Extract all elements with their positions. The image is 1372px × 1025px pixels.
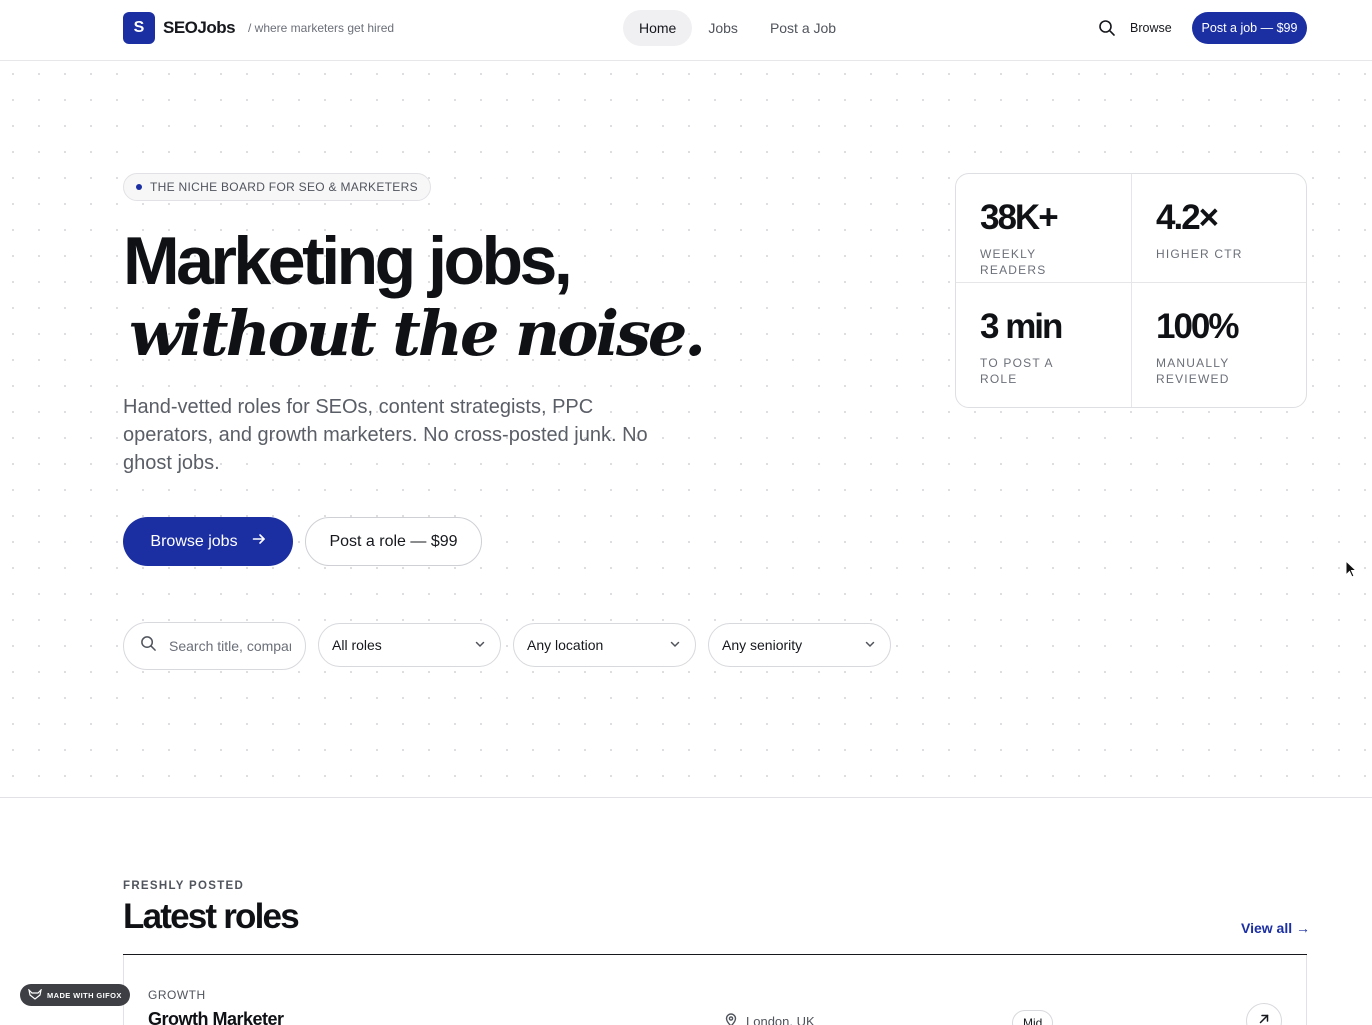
job-location: London, UK: [724, 1013, 815, 1025]
main-nav: Home Jobs Post a Job: [623, 10, 852, 46]
job-location-text: London, UK: [746, 1014, 815, 1025]
mouse-cursor-icon: [1345, 559, 1358, 583]
brand-tagline: / where marketers get hired: [248, 21, 395, 35]
fox-icon: [28, 987, 42, 1002]
gifox-badge: MADE WITH GIFOX: [20, 984, 130, 1006]
stat-value: 3 min: [980, 307, 1063, 346]
job-title: Growth Marketer: [148, 1009, 284, 1025]
search-input[interactable]: [169, 638, 291, 654]
hero-headline: Marketing jobs, without the noise.: [123, 223, 706, 371]
location-pin-icon: [724, 1013, 738, 1025]
stat-value: 4.2×: [1156, 198, 1219, 237]
search-box: [123, 622, 306, 670]
nav-home[interactable]: Home: [623, 10, 693, 46]
search-icon[interactable]: [1098, 19, 1116, 37]
arrow-up-right-icon: [1258, 1012, 1270, 1025]
chevron-down-icon: [864, 637, 876, 653]
chevron-down-icon: [474, 637, 486, 653]
site-header: S SEOJobs / where marketers get hired Ho…: [0, 0, 1372, 61]
filter-bar: All roles Any location Any seniority: [123, 622, 891, 670]
browse-jobs-button[interactable]: Browse jobs: [123, 517, 293, 566]
niche-pill: THE NICHE BOARD FOR SEO & MARKETERS: [123, 173, 431, 201]
stat-label: HIGHER CTR: [1156, 247, 1243, 261]
role-select[interactable]: All roles: [318, 623, 501, 667]
nav-jobs[interactable]: Jobs: [692, 10, 754, 46]
location-select[interactable]: Any location: [513, 623, 696, 667]
seniority-select-value: Any seniority: [722, 637, 803, 653]
gifox-label: MADE WITH GIFOX: [47, 990, 122, 1000]
stat-value: 38K+: [980, 198, 1059, 237]
post-role-button[interactable]: Post a role — $99: [305, 517, 482, 566]
search-icon: [140, 635, 157, 657]
role-select-value: All roles: [332, 637, 382, 653]
view-all-link[interactable]: View all →: [1241, 920, 1310, 936]
location-select-value: Any location: [527, 637, 604, 653]
hero-subtitle: Hand-vetted roles for SEOs, content stra…: [123, 396, 648, 474]
job-category: GROWTH: [148, 988, 206, 1002]
stat-label: TO POST A ROLE: [980, 356, 1054, 386]
stat-value: 100%: [1156, 307, 1240, 346]
logo-mark[interactable]: S: [123, 12, 155, 44]
chevron-down-icon: [669, 637, 681, 653]
brand-name[interactable]: SEOJobs: [163, 18, 236, 38]
pill-label: THE NICHE BOARD FOR SEO & MARKETERS: [150, 180, 418, 194]
headline-line-2: without the noise.: [129, 297, 706, 370]
stat-label: MANUALLY REVIEWED: [1156, 356, 1230, 386]
stat-time-to-post: 3 min TO POST A ROLE: [956, 283, 1132, 407]
section-title: Latest roles: [123, 897, 300, 936]
browse-link[interactable]: Browse: [1130, 21, 1172, 35]
browse-jobs-label: Browse jobs: [150, 532, 238, 550]
job-level-badge: Mid: [1012, 1010, 1054, 1025]
stat-label: WEEKLY READERS: [980, 247, 1047, 277]
stats-card: 38K+ WEEKLY READERS 4.2× HIGHER CTR 3 mi…: [955, 173, 1307, 408]
hero-section: THE NICHE BOARD FOR SEO & MARKETERS Mark…: [0, 61, 1372, 798]
job-open-button[interactable]: [1246, 1003, 1282, 1025]
stat-manually-reviewed: 100% MANUALLY REVIEWED: [1132, 283, 1306, 407]
stat-weekly-readers: 38K+ WEEKLY READERS: [956, 174, 1132, 283]
section-eyebrow: FRESHLY POSTED: [123, 880, 245, 892]
post-job-button[interactable]: Post a job — $99: [1192, 12, 1307, 44]
seniority-select[interactable]: Any seniority: [708, 623, 891, 667]
pill-dot: [136, 184, 142, 190]
job-row[interactable]: GROWTH Growth Marketer London, UK Mid: [123, 955, 1307, 1025]
stat-higher-ctr: 4.2× HIGHER CTR: [1132, 174, 1306, 283]
nav-post-a-job[interactable]: Post a Job: [754, 10, 852, 46]
arrow-right-icon: [252, 532, 266, 551]
headline-line-1: Marketing jobs,: [123, 223, 573, 299]
